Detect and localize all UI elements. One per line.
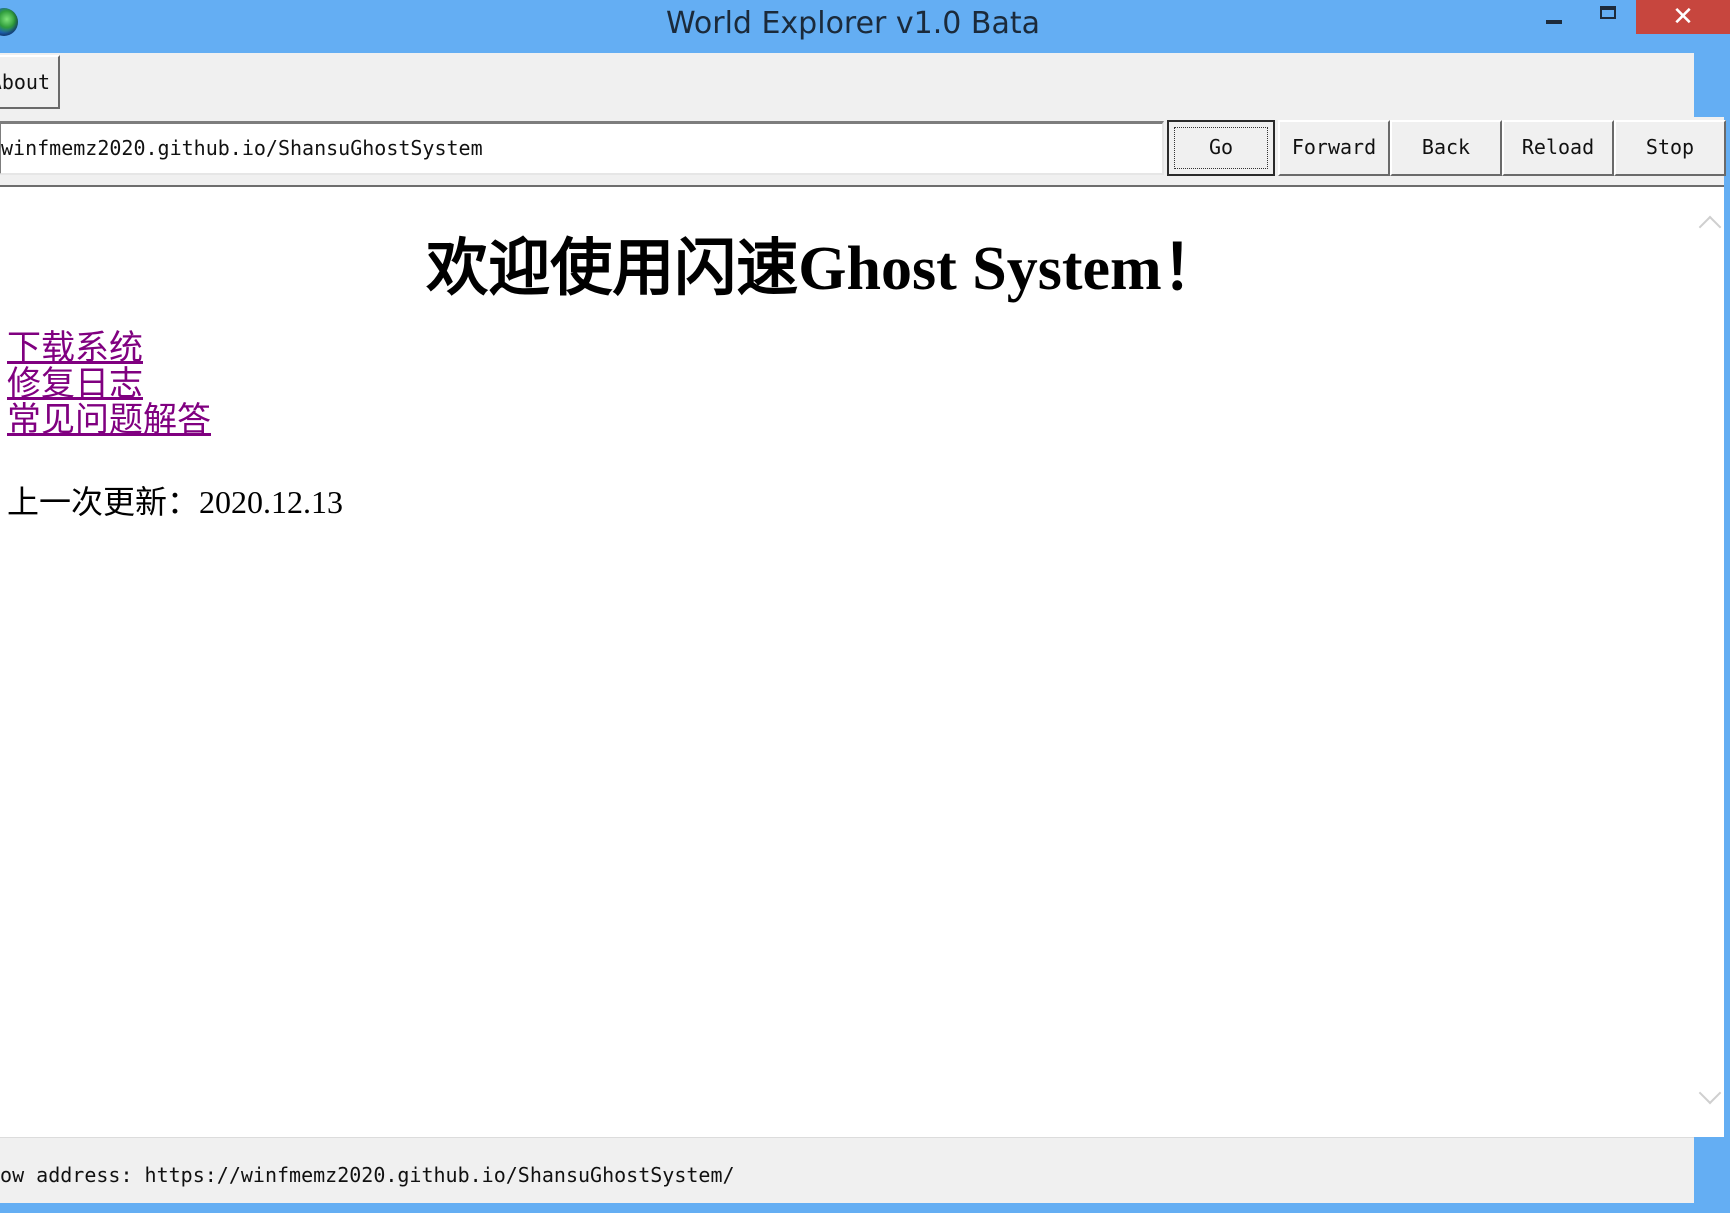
link-list: 下载系统 修复日志 常见问题解答 [7, 331, 211, 439]
menu-bar: About [0, 53, 1694, 118]
browser-window: World Explorer v1.0 Bata ✕ About winfmem… [0, 0, 1730, 1213]
reload-button[interactable]: Reload [1502, 120, 1614, 176]
minimize-icon [1546, 20, 1562, 24]
changelog-link[interactable]: 修复日志 [7, 367, 211, 403]
forward-button[interactable]: Forward [1278, 120, 1390, 176]
last-updated-text: 上一次更新：2020.12.13 [7, 484, 344, 520]
faq-link[interactable]: 常见问题解答 [7, 403, 211, 439]
close-icon: ✕ [1672, 2, 1694, 32]
page-heading: 欢迎使用闪速Ghost System！ [426, 235, 1224, 303]
maximize-button[interactable] [1584, 0, 1632, 34]
address-input[interactable]: winfmemz2020.github.io/ShansuGhostSystem [0, 121, 1164, 175]
status-text: Now address: https://winfmemz2020.github… [0, 1163, 735, 1187]
download-system-link[interactable]: 下载系统 [7, 331, 211, 367]
window-border [0, 1203, 1730, 1213]
address-row: winfmemz2020.github.io/ShansuGhostSystem… [0, 117, 1726, 185]
title-bar[interactable]: World Explorer v1.0 Bata ✕ [0, 0, 1730, 53]
about-button[interactable]: About [0, 55, 60, 109]
maximize-icon [1600, 5, 1616, 19]
scroll-up-icon[interactable] [1698, 215, 1722, 239]
go-button[interactable]: Go [1167, 120, 1275, 176]
scroll-down-icon[interactable] [1698, 1081, 1722, 1105]
close-button[interactable]: ✕ [1636, 0, 1730, 34]
status-bar: Now address: https://winfmemz2020.github… [0, 1137, 1694, 1204]
minimize-button[interactable] [1530, 0, 1578, 34]
focus-rect [1174, 127, 1268, 169]
web-content[interactable]: 欢迎使用闪速Ghost System！ 下载系统 修复日志 常见问题解答 上一次… [0, 185, 1724, 1137]
vertical-scrollbar[interactable] [1696, 187, 1724, 1137]
window-title: World Explorer v1.0 Bata [665, 6, 1041, 41]
back-button[interactable]: Back [1390, 120, 1502, 176]
stop-button[interactable]: Stop [1614, 120, 1726, 176]
